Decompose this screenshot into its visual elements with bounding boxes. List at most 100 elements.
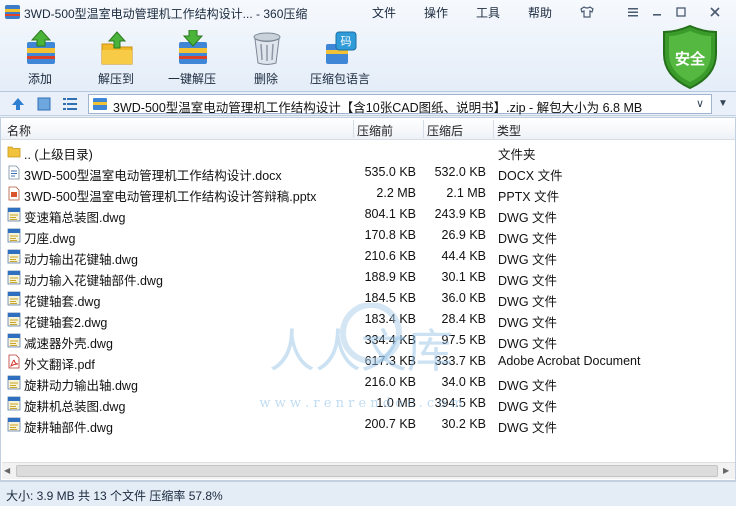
file-size-after: 34.0 KB <box>441 375 486 389</box>
column-divider[interactable] <box>353 120 354 138</box>
status-text: 大小: 3.9 MB 共 13 个文件 压缩率 57.8% <box>6 489 223 503</box>
table-row[interactable]: 花键轴套2.dwg 183.4 KB 28.4 KB DWG 文件 <box>1 309 735 330</box>
svg-text:码: 码 <box>341 35 352 48</box>
file-size-after: 394.5 KB <box>434 396 486 410</box>
file-type: DWG 文件 <box>498 253 558 267</box>
safety-badge[interactable]: 安全 <box>660 24 720 90</box>
dropdown-arrow-icon[interactable]: ▼ <box>714 95 732 113</box>
table-row[interactable]: 刀座.dwg 170.8 KB 26.9 KB DWG 文件 <box>1 225 735 246</box>
file-name: 3WD-500型温室电动管理机工作结构设计.docx <box>24 169 282 183</box>
app-logo-icon <box>5 5 20 19</box>
file-name: 3WD-500型温室电动管理机工作结构设计答辩稿.pptx <box>24 190 317 204</box>
close-icon <box>710 7 720 17</box>
close-button[interactable] <box>704 3 726 20</box>
column-divider[interactable] <box>423 120 424 138</box>
column-name[interactable]: 名称 <box>7 122 31 139</box>
file-type: DWG 文件 <box>498 337 558 351</box>
file-size-after: 26.9 KB <box>441 228 486 242</box>
add-label: 添加 <box>27 72 52 86</box>
table-row[interactable]: 花键轴套.dwg 184.5 KB 36.0 KB DWG 文件 <box>1 288 735 309</box>
column-divider[interactable] <box>493 120 494 138</box>
file-size-before: 216.0 KB <box>364 375 416 389</box>
chevron-down-icon[interactable]: ∨ <box>692 96 708 112</box>
file-type: Adobe Acrobat Document <box>498 354 641 368</box>
dwg-file-icon <box>7 270 21 285</box>
column-size-before[interactable]: 压缩前 <box>357 122 393 139</box>
file-size-before: 2.2 MB <box>376 186 416 200</box>
menu-button[interactable] <box>622 3 644 20</box>
window-title: 3WD-500型温室电动管理机工作结构设计... - 360压缩 <box>24 7 308 21</box>
table-row[interactable]: 3WD-500型温室电动管理机工作结构设计答辩稿.pptx 2.2 MB 2.1 M… <box>1 183 735 204</box>
minimize-button[interactable] <box>646 3 668 20</box>
file-type: 文件夹 <box>498 148 536 162</box>
file-name: 外文翻译.pdf <box>24 358 95 372</box>
file-name: 花键轴套2.dwg <box>24 316 108 330</box>
column-type[interactable]: 类型 <box>497 122 521 139</box>
file-name: 动力输出花键轴.dwg <box>24 253 138 267</box>
table-row[interactable]: 旋耕轴部件.dwg 200.7 KB 30.2 KB DWG 文件 <box>1 414 735 435</box>
add-button[interactable]: 添加 <box>10 28 70 88</box>
table-row[interactable]: 外文翻译.pdf 617.3 KB 333.7 KB Adobe Acrobat Do… <box>1 351 735 372</box>
extract-to-button[interactable]: 解压到 <box>86 28 146 88</box>
menu-help[interactable]: 帮助 <box>528 4 552 21</box>
file-size-before: 804.1 KB <box>364 207 416 221</box>
file-type: DWG 文件 <box>498 232 558 246</box>
scrollbar-thumb[interactable] <box>16 465 718 477</box>
dwg-file-icon <box>7 375 21 390</box>
docx-file-icon <box>8 165 20 180</box>
file-type: DWG 文件 <box>498 274 558 288</box>
status-bar: 大小: 3.9 MB 共 13 个文件 压缩率 57.8% <box>0 481 736 506</box>
archive-path: 3WD-500型温室电动管理机工作结构设计【含10张CAD图纸、说明书】.zip… <box>113 101 643 115</box>
horizontal-scrollbar[interactable]: ◀ ▶ <box>2 462 735 479</box>
file-size-before: 183.4 KB <box>364 312 416 326</box>
file-type: DWG 文件 <box>498 379 558 393</box>
column-size-after[interactable]: 压缩后 <box>427 122 463 139</box>
table-row[interactable]: 旋耕动力输出轴.dwg 216.0 KB 34.0 KB DWG 文件 <box>1 372 735 393</box>
dwg-file-icon <box>7 396 21 411</box>
extract-to-icon <box>101 31 133 65</box>
folder-icon <box>7 146 21 158</box>
skin-button[interactable] <box>576 3 598 20</box>
file-name: 花键轴套.dwg <box>24 295 101 309</box>
table-row[interactable]: 3WD-500型温室电动管理机工作结构设计.docx 535.0 KB 532.0 … <box>1 162 735 183</box>
archive-language-icon: 码 <box>326 31 357 64</box>
table-row[interactable]: 旋耕机总装图.dwg 1.0 MB 394.5 KB DWG 文件 <box>1 393 735 414</box>
file-size-after: 44.4 KB <box>441 249 486 263</box>
table-row[interactable]: 动力输出花键轴.dwg 210.6 KB 44.4 KB DWG 文件 <box>1 246 735 267</box>
delete-label: 删除 <box>253 72 278 86</box>
dwg-file-icon <box>7 417 21 432</box>
view-large-icons-icon[interactable] <box>36 96 52 112</box>
view-details-icon[interactable] <box>62 96 78 112</box>
table-row[interactable]: .. (上级目录) 文件夹 <box>1 141 735 162</box>
file-name: 变速箱总装图.dwg <box>24 211 126 225</box>
file-name: 旋耕轴部件.dwg <box>24 421 113 435</box>
file-size-after: 532.0 KB <box>434 165 486 179</box>
table-row[interactable]: 减速器外壳.dwg 334.4 KB 97.5 KB DWG 文件 <box>1 330 735 351</box>
up-level-icon[interactable] <box>10 96 26 112</box>
file-size-after: 97.5 KB <box>441 333 486 347</box>
file-size-after: 30.1 KB <box>441 270 486 284</box>
menu-file[interactable]: 文件 <box>372 4 396 21</box>
file-size-after: 333.7 KB <box>434 354 486 368</box>
dwg-file-icon <box>7 291 21 306</box>
archive-language-button[interactable]: 码 压缩包语言 <box>310 28 370 88</box>
file-name: .. (上级目录) <box>24 148 93 162</box>
maximize-button[interactable] <box>670 3 692 20</box>
list-header: 名称 压缩前 压缩后 类型 <box>1 118 735 140</box>
delete-button[interactable]: 删除 <box>236 28 296 88</box>
table-row[interactable]: 动力输入花键轴部件.dwg 188.9 KB 30.1 KB DWG 文件 <box>1 267 735 288</box>
menu-operation[interactable]: 操作 <box>424 4 448 21</box>
menu-tools[interactable]: 工具 <box>476 4 500 21</box>
dwg-file-icon <box>7 207 21 222</box>
scroll-right-icon[interactable]: ▶ <box>723 466 733 476</box>
quick-extract-button[interactable]: 一键解压 <box>162 28 222 88</box>
scroll-left-icon[interactable]: ◀ <box>4 466 14 476</box>
file-size-after: 2.1 MB <box>446 186 486 200</box>
table-row[interactable]: 变速箱总装图.dwg 804.1 KB 243.9 KB DWG 文件 <box>1 204 735 225</box>
shirt-icon <box>580 6 594 18</box>
file-size-before: 200.7 KB <box>364 417 416 431</box>
file-name: 减速器外壳.dwg <box>24 337 113 351</box>
safety-label: 安全 <box>674 51 705 68</box>
file-size-after: 28.4 KB <box>441 312 486 326</box>
address-bar[interactable]: 3WD-500型温室电动管理机工作结构设计【含10张CAD图纸、说明书】.zip… <box>88 94 712 115</box>
